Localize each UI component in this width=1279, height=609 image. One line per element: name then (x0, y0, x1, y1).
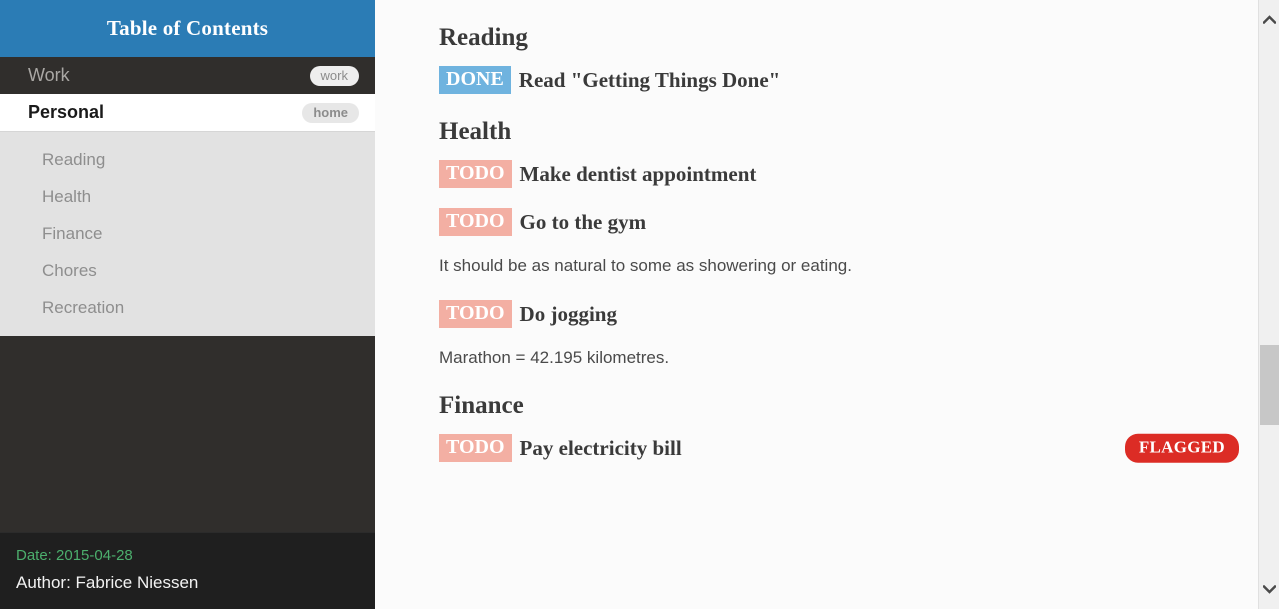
task-title: Go to the gym (519, 209, 647, 234)
sidebar-item-chores[interactable]: Chores (0, 252, 375, 289)
document-body: Reading DONE Read "Getting Things Done" … (439, 0, 1239, 463)
task-item-do-jogging[interactable]: TODO Do jogging (439, 300, 1239, 328)
sidebar-item-reading-label: Reading (42, 149, 106, 169)
status-badge-flagged: FLAGGED (1124, 433, 1239, 463)
task-title: Read "Getting Things Done" (518, 67, 781, 92)
sidebar-item-personal-label: Personal (28, 102, 105, 122)
status-badge-todo: TODO (439, 434, 512, 462)
task-item-read-getting-things-done[interactable]: DONE Read "Getting Things Done" (439, 66, 1239, 94)
section-heading-finance: Finance (439, 392, 524, 419)
sidebar-empty-space (0, 336, 375, 532)
document-author: Author: Fabrice Niessen (16, 573, 199, 592)
chevron-down-icon (1263, 585, 1276, 594)
sidebar-item-health-label: Health (42, 186, 92, 206)
section-heading-health: Health (439, 118, 512, 145)
sidebar-item-reading[interactable]: Reading (0, 141, 375, 178)
sidebar-item-health[interactable]: Health (0, 178, 375, 215)
sidebar-header: Table of Contents (0, 0, 375, 57)
status-badge-done: DONE (439, 66, 511, 94)
task-item-make-dentist-appointment[interactable]: TODO Make dentist appointment (439, 160, 1239, 188)
task-title: Pay electricity bill (519, 435, 682, 460)
sidebar-item-recreation-label: Recreation (42, 297, 125, 317)
sidebar-item-chores-label: Chores (42, 260, 97, 280)
main-content: Reading DONE Read "Getting Things Done" … (375, 0, 1279, 609)
sidebar-item-finance-label: Finance (42, 223, 103, 243)
section-heading-reading: Reading (439, 24, 528, 51)
document-date: Date: 2015-04-28 (16, 547, 133, 564)
scrollbar-thumb[interactable] (1260, 345, 1279, 425)
sidebar-item-work[interactable]: Work work (0, 57, 375, 94)
status-badge-todo: TODO (439, 208, 512, 236)
sidebar-item-finance[interactable]: Finance (0, 215, 375, 252)
paragraph-gym-note: It should be as natural to some as showe… (439, 256, 852, 275)
status-badge-todo: TODO (439, 160, 512, 188)
sidebar-item-recreation[interactable]: Recreation (0, 289, 375, 326)
paragraph-marathon-note: Marathon = 42.195 kilometres. (439, 348, 670, 367)
task-item-go-to-the-gym[interactable]: TODO Go to the gym (439, 208, 1239, 236)
sidebar-item-work-tag: work (309, 65, 359, 86)
sidebar-table-of-contents: Table of Contents Work work Personal hom… (0, 0, 375, 609)
app-root: Table of Contents Work work Personal hom… (0, 0, 1279, 609)
sidebar-subitem-list: Reading Health Finance Chores Recreation (0, 131, 375, 336)
status-badge-todo: TODO (439, 300, 512, 328)
task-title: Make dentist appointment (519, 161, 757, 186)
sidebar-item-work-label: Work (28, 65, 70, 85)
scroll-down-button[interactable] (1259, 579, 1279, 600)
sidebar-item-personal[interactable]: Personal home (0, 94, 375, 131)
task-title: Do jogging (519, 301, 617, 326)
sidebar-header-title: Table of Contents (106, 16, 269, 40)
scroll-up-button[interactable] (1259, 9, 1279, 30)
task-item-pay-electricity-bill[interactable]: TODO Pay electricity bill FLAGGED (439, 433, 1239, 463)
sidebar-footer: Date: 2015-04-28 Author: Fabrice Niessen (0, 532, 375, 609)
vertical-scrollbar[interactable] (1258, 0, 1279, 609)
sidebar-item-personal-tag: home (302, 102, 359, 123)
chevron-up-icon (1263, 15, 1276, 24)
